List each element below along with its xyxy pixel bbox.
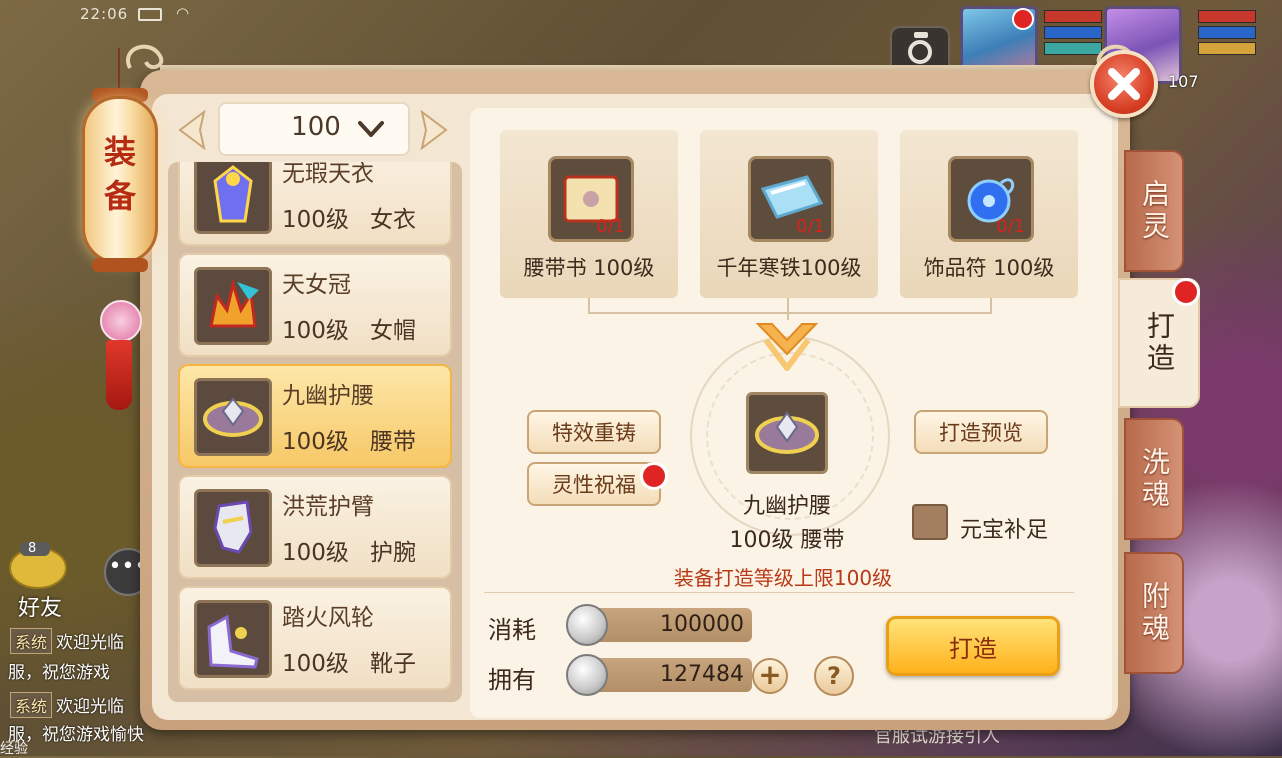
forge-preview-button[interactable]: 打造预览 <box>914 410 1048 454</box>
item-name: 九幽护腰 <box>282 383 374 409</box>
effect-recast-button[interactable]: 特效重铸 <box>527 410 661 454</box>
help-button[interactable]: ? <box>814 656 854 696</box>
material-slot[interactable]: 0/1 千年寒铁100级 <box>700 130 878 298</box>
knot-ornament-icon <box>100 300 142 342</box>
tassel-ornament <box>106 340 132 410</box>
iron-ingot-icon: 0/1 <box>748 156 834 242</box>
item-type: 女帽 <box>370 318 416 344</box>
yuanbao-label: 元宝补足 <box>960 518 1049 543</box>
close-button[interactable] <box>1090 50 1158 118</box>
status-bar: 22:06 ◠ <box>0 0 260 28</box>
belt-icon <box>194 378 272 456</box>
material-slot[interactable]: 0/1 饰品符 100级 <box>900 130 1078 298</box>
silver-coin-icon <box>566 604 608 646</box>
clock: 22:06 <box>80 5 129 23</box>
tab-qiling[interactable]: 启灵 <box>1124 150 1184 272</box>
exp-label: 经验 <box>0 741 28 757</box>
friend-bubble-icon[interactable]: 8 <box>6 540 70 590</box>
item-type: 女衣 <box>370 207 416 233</box>
material-label: 千年寒铁100级 <box>716 256 862 280</box>
boots-icon <box>194 600 272 678</box>
pet-level: 107 <box>1168 72 1199 91</box>
system-tag: 系统 <box>10 628 53 654</box>
item-type: 护腕 <box>370 540 416 566</box>
own-value: 127484 <box>660 662 744 687</box>
item-type: 腰带 <box>370 429 416 455</box>
friend-label[interactable]: 好友 <box>18 590 62 622</box>
notification-dot <box>1172 278 1200 306</box>
panel-title: 装备 <box>103 133 136 215</box>
target-item-name: 九幽护腰 <box>742 494 831 519</box>
battery-icon <box>138 8 162 21</box>
silver-coin-icon <box>566 654 608 696</box>
pet-status-bars <box>1198 10 1256 58</box>
chevron-down-icon[interactable] <box>356 114 386 144</box>
item-name: 天女冠 <box>282 272 351 298</box>
level-prev-arrow-icon[interactable] <box>174 108 212 152</box>
materials-connector <box>588 298 992 314</box>
tab-fuhun[interactable]: 附魂 <box>1124 552 1184 674</box>
item-level: 100级 <box>282 318 349 344</box>
lantern-cap <box>92 258 148 272</box>
target-item-level: 100级 腰带 <box>729 528 845 553</box>
item-level: 100级 <box>282 207 349 233</box>
list-item[interactable]: 天女冠 100级 女帽 <box>178 253 452 357</box>
item-name: 洪荒护臂 <box>282 494 374 520</box>
forge-button[interactable]: 打造 <box>886 616 1060 676</box>
system-tag: 系统 <box>10 692 53 718</box>
robe-icon <box>194 162 272 234</box>
material-count: 0/1 <box>596 216 625 237</box>
material-label: 饰品符 100级 <box>923 256 1055 280</box>
list-item[interactable]: 踏火风轮 100级 靴子 <box>178 586 452 690</box>
chat-line: 服，祝您游戏愉快 <box>8 725 144 745</box>
charm-icon: 0/1 <box>948 156 1034 242</box>
friend-count-badge: 8 <box>28 541 37 556</box>
item-level: 100级 <box>282 540 349 566</box>
forge-limit-text: 装备打造等级上限100级 <box>673 566 893 590</box>
belt-icon <box>746 392 828 474</box>
close-icon <box>1108 68 1140 100</box>
material-count: 0/1 <box>796 216 825 237</box>
tab-xihun[interactable]: 洗魂 <box>1124 418 1184 540</box>
scroll-icon: 0/1 <box>548 156 634 242</box>
add-currency-button[interactable]: + <box>752 658 788 694</box>
item-level: 100级 <box>282 651 349 677</box>
arrow-down-icon <box>755 323 819 371</box>
list-item-selected[interactable]: 九幽护腰 100级 腰带 <box>178 364 452 468</box>
item-type: 靴子 <box>370 651 416 677</box>
wifi-icon: ◠ <box>176 4 190 22</box>
bracer-icon <box>194 489 272 567</box>
cost-value: 100000 <box>660 612 744 637</box>
material-label: 腰带书 100级 <box>523 256 655 280</box>
chat-line: 系统 欢迎光临 <box>10 692 124 718</box>
level-next-arrow-icon[interactable] <box>414 108 452 152</box>
item-name: 无瑕天衣 <box>282 162 374 187</box>
material-slot[interactable]: 0/1 腰带书 100级 <box>500 130 678 298</box>
notification-dot <box>640 462 668 490</box>
chat-line: 服，祝您游戏 <box>8 663 110 683</box>
materials-connector-stem <box>787 298 789 320</box>
list-item[interactable]: 无瑕天衣 100级 女衣 <box>178 162 452 246</box>
own-label: 拥有 <box>488 666 536 694</box>
material-count: 0/1 <box>996 216 1025 237</box>
chat-line: 系统 欢迎光临 <box>10 628 124 654</box>
equipment-list[interactable]: 无瑕天衣 100级 女衣 天女冠 100级 女帽 九幽护腰 100级 腰带 洪荒… <box>168 162 462 702</box>
item-level: 100级 <box>282 429 349 455</box>
level-value: 100 <box>291 112 341 142</box>
crown-icon <box>194 267 272 345</box>
cost-label: 消耗 <box>488 616 536 644</box>
item-name: 踏火风轮 <box>282 605 374 631</box>
list-item[interactable]: 洪荒护臂 100级 护腕 <box>178 475 452 579</box>
notification-dot <box>1012 8 1034 30</box>
yuanbao-checkbox[interactable] <box>912 504 948 540</box>
divider <box>484 592 1074 593</box>
